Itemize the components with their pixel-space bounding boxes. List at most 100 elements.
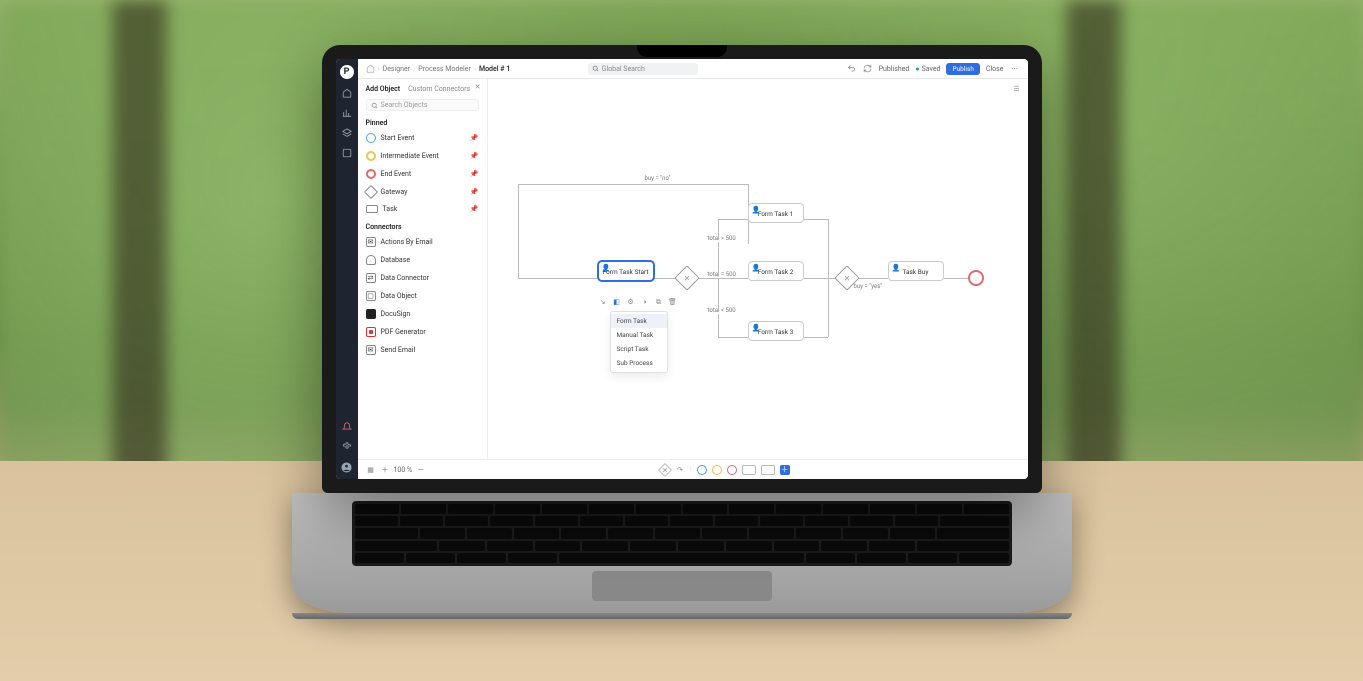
connector-actions-by-email[interactable]: ✉Actions By Email <box>366 235 479 249</box>
connector-database[interactable]: Database <box>366 253 479 267</box>
pin-icon[interactable]: 📌 <box>470 152 479 160</box>
palette-intermediate-event[interactable] <box>712 465 722 475</box>
data-connector-icon: ⇄ <box>366 273 376 283</box>
color-icon[interactable]: ◑ <box>640 297 650 307</box>
status-saved: ●Saved <box>915 65 940 73</box>
hamburger-icon[interactable]: ☰ <box>1013 85 1019 93</box>
type-icon[interactable]: ◧ <box>612 297 622 307</box>
rail-box-icon[interactable] <box>341 147 353 159</box>
zoom-value: 100 % <box>394 466 413 474</box>
object-end-event[interactable]: End Event📌 <box>366 167 479 181</box>
rail-home-icon[interactable] <box>341 87 353 99</box>
tab-add-object[interactable]: Add Object <box>366 85 401 95</box>
palette-start-event[interactable] <box>697 465 707 475</box>
edge-total-lt: total < 500 <box>706 307 738 314</box>
edge-buy-yes: buy = "yes" <box>852 283 885 290</box>
home-icon[interactable] <box>366 64 375 73</box>
section-pinned: Pinned <box>366 119 479 127</box>
rail-user-icon[interactable] <box>341 461 353 473</box>
task-icon <box>366 205 378 213</box>
trash-icon[interactable]: 🗑 <box>668 297 678 307</box>
menu-sub-process[interactable]: Sub Process <box>611 356 667 370</box>
search-input[interactable]: Global Search <box>588 63 698 75</box>
connector-pdf-generator[interactable]: PDF Generator <box>366 325 479 339</box>
laptop-keyboard <box>352 501 1012 566</box>
edge-buy-no: buy = "no" <box>643 175 673 182</box>
connector-data-connector[interactable]: ⇄Data Connector <box>366 271 479 285</box>
node-form-task-3[interactable]: 👤Form Task 3 <box>748 321 804 341</box>
node-task-buy[interactable]: 👤Task Buy <box>888 261 944 281</box>
pin-icon[interactable]: 📌 <box>470 134 479 142</box>
refresh-icon[interactable] <box>863 64 873 74</box>
rail-chart-icon[interactable] <box>341 107 353 119</box>
node-form-task-start[interactable]: 👤 Form Task Start <box>598 261 654 281</box>
docusign-icon <box>366 309 376 319</box>
node-gateway-1[interactable] <box>674 265 699 290</box>
rail-layers-icon[interactable] <box>341 127 353 139</box>
node-end-event[interactable] <box>968 270 984 286</box>
copy-icon[interactable]: ⧉ <box>654 297 664 307</box>
email-icon: ✉ <box>366 237 376 247</box>
zoom-in-button[interactable]: ＋ <box>382 465 389 475</box>
pdf-icon <box>366 327 376 337</box>
crumb-modeler[interactable]: Process Modeler <box>418 65 471 73</box>
palette-add-button[interactable]: ＋ <box>780 465 790 475</box>
palette-end-event[interactable] <box>727 465 737 475</box>
grid-icon[interactable]: ▦ <box>366 465 376 475</box>
bottom-bar: ▦ ＋ 100 % － ↶ ↷ | <box>358 459 1028 479</box>
topbar: › Designer › Process Modeler › Model # 1… <box>358 59 1028 79</box>
end-event-icon <box>366 169 376 179</box>
start-event-icon <box>366 133 376 143</box>
publish-button[interactable]: Publish <box>946 63 979 75</box>
object-intermediate-event[interactable]: Intermediate Event📌 <box>366 149 479 163</box>
object-gateway[interactable]: Gateway📌 <box>366 185 479 199</box>
intermediate-event-icon <box>366 151 376 161</box>
connector-send-email[interactable]: ✉Send Email <box>366 343 479 357</box>
pin-icon[interactable]: 📌 <box>470 170 479 178</box>
node-form-task-1[interactable]: 👤Form Task 1 <box>748 203 804 223</box>
breadcrumb: › Designer › Process Modeler › Model # 1 <box>366 64 511 73</box>
rail-gear-icon[interactable] <box>341 441 353 453</box>
laptop-mockup: P <box>322 45 1042 619</box>
undo-icon[interactable] <box>847 64 857 74</box>
rail-bell-icon[interactable] <box>341 421 353 433</box>
object-start-event[interactable]: Start Event📌 <box>366 131 479 145</box>
connector-data-object[interactable]: ▢Data Object <box>366 289 479 303</box>
database-icon <box>366 255 376 265</box>
panel-search-input[interactable]: Search Objects <box>366 99 479 111</box>
laptop-trackpad <box>592 571 772 601</box>
menu-form-task[interactable]: Form Task <box>611 314 667 328</box>
data-object-icon: ▢ <box>366 291 376 301</box>
pin-icon[interactable]: 📌 <box>470 205 479 213</box>
element-palette: ↶ ↷ | ＋ <box>660 465 790 475</box>
gear-icon[interactable]: ⚙ <box>626 297 636 307</box>
send-email-icon: ✉ <box>366 345 376 355</box>
close-icon[interactable]: ✕ <box>475 83 481 91</box>
process-canvas[interactable]: ☰ <box>488 79 1028 459</box>
close-button[interactable]: Close <box>986 65 1004 73</box>
connector-docusign[interactable]: DocuSign <box>366 307 479 321</box>
edge-total-eq: total = 500 <box>706 271 738 278</box>
pin-icon[interactable]: 📌 <box>470 188 479 196</box>
app-logo[interactable]: P <box>340 65 354 79</box>
section-connectors: Connectors <box>366 223 479 231</box>
task-type-menu: Form Task Manual Task Script Task Sub Pr… <box>610 311 668 373</box>
edge-total-gt: total > 500 <box>706 235 738 242</box>
gateway-icon <box>363 185 377 199</box>
crumb-current: Model # 1 <box>479 65 510 73</box>
tab-custom-connectors[interactable]: Custom Connectors <box>408 85 470 95</box>
crumb-designer[interactable]: Designer <box>383 65 411 73</box>
more-icon[interactable]: ⋯ <box>1010 64 1020 74</box>
menu-script-task[interactable]: Script Task <box>611 342 667 356</box>
app-rail: P <box>336 59 358 479</box>
palette-task[interactable] <box>742 465 756 475</box>
zoom-out-button[interactable]: － <box>417 465 424 475</box>
objects-panel: Add Object Custom Connectors ✕ Search Ob… <box>358 79 488 459</box>
menu-manual-task[interactable]: Manual Task <box>611 328 667 342</box>
node-form-task-2[interactable]: 👤Form Task 2 <box>748 261 804 281</box>
object-task[interactable]: Task📌 <box>366 203 479 215</box>
palette-redo-icon[interactable]: ↷ <box>675 465 685 475</box>
connect-icon[interactable]: ↘ <box>598 297 608 307</box>
search-placeholder: Global Search <box>602 65 645 73</box>
palette-subprocess[interactable] <box>761 465 775 475</box>
